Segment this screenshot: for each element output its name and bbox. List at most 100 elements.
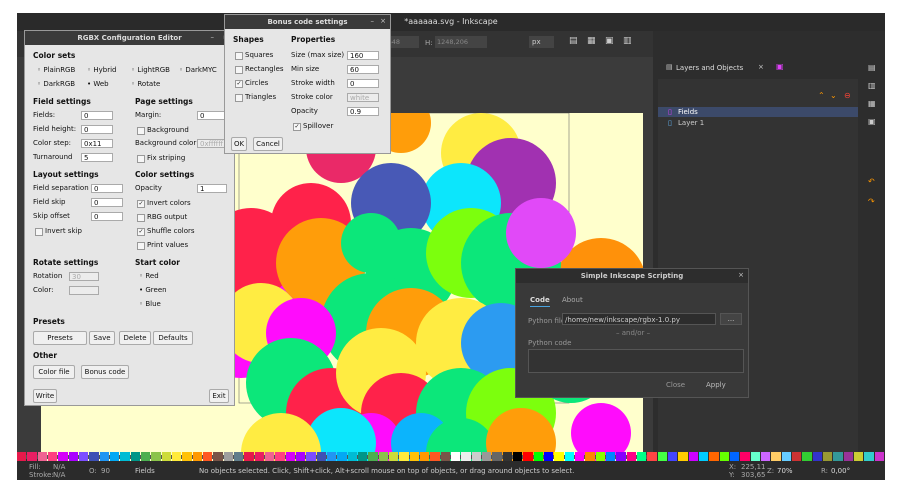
close-button[interactable]: Close bbox=[666, 381, 685, 389]
opacity-input[interactable]: 1 bbox=[197, 184, 227, 193]
background-color-input[interactable]: 0xffffff bbox=[197, 139, 227, 148]
lower-icon[interactable]: ⌄ bbox=[830, 91, 837, 100]
palette-swatch[interactable] bbox=[461, 452, 471, 461]
align-icon[interactable]: ▤ bbox=[569, 36, 581, 48]
palette-swatch[interactable] bbox=[110, 452, 120, 461]
python-code-textarea[interactable] bbox=[528, 349, 744, 373]
palette-swatch[interactable] bbox=[17, 452, 27, 461]
palette-swatch[interactable] bbox=[182, 452, 192, 461]
fill-tab-icon[interactable]: ▣ bbox=[776, 62, 784, 71]
palette-swatch[interactable] bbox=[347, 452, 357, 461]
palette-swatch[interactable] bbox=[265, 452, 275, 461]
color-step-input[interactable]: 0x11 bbox=[81, 139, 113, 148]
palette-swatch[interactable] bbox=[68, 452, 78, 461]
palette-swatch[interactable] bbox=[120, 452, 130, 461]
palette-swatch[interactable] bbox=[192, 452, 202, 461]
close-icon[interactable]: × bbox=[738, 271, 744, 279]
palette-swatch[interactable] bbox=[420, 452, 430, 461]
palette-swatch[interactable] bbox=[316, 452, 326, 461]
rotation-value[interactable]: 0,00° bbox=[831, 467, 850, 475]
raise-icon[interactable]: ⌃ bbox=[818, 91, 825, 100]
palette-swatch[interactable] bbox=[368, 452, 378, 461]
python-file-input[interactable]: /home/new/inkscape/rgbx-1.0.py bbox=[562, 313, 716, 325]
close-icon[interactable]: × bbox=[380, 17, 386, 25]
palette-swatch[interactable] bbox=[482, 452, 492, 461]
palette-swatch[interactable] bbox=[306, 452, 316, 461]
size-max-input[interactable]: 160 bbox=[347, 51, 379, 60]
palette-swatch[interactable] bbox=[37, 452, 47, 461]
rotate-color-input[interactable] bbox=[69, 286, 99, 295]
stroke-color-input[interactable]: white bbox=[347, 93, 379, 102]
palette-swatch[interactable] bbox=[337, 452, 347, 461]
colorset-darkrgb[interactable]: ◦ DarkRGB bbox=[37, 80, 75, 88]
rotation-input[interactable]: 30 bbox=[69, 272, 99, 281]
palette-swatch[interactable] bbox=[740, 452, 750, 461]
cancel-button[interactable]: Cancel bbox=[253, 137, 283, 151]
distribute-icon[interactable]: ▦ bbox=[587, 36, 599, 48]
color-palette[interactable] bbox=[17, 452, 885, 461]
palette-swatch[interactable] bbox=[771, 452, 781, 461]
palette-swatch[interactable] bbox=[864, 452, 874, 461]
opacity-value[interactable]: 90 bbox=[101, 467, 110, 475]
browse-button[interactable]: ... bbox=[720, 313, 742, 325]
palette-swatch[interactable] bbox=[79, 452, 89, 461]
stroke-width-input[interactable]: 0 bbox=[347, 79, 379, 88]
palette-swatch[interactable] bbox=[399, 452, 409, 461]
palette-swatch[interactable] bbox=[161, 452, 171, 461]
palette-swatch[interactable] bbox=[296, 452, 306, 461]
start-color-green[interactable]: • Green bbox=[139, 286, 167, 294]
field-skip-input[interactable]: 0 bbox=[91, 198, 123, 207]
transform-icon[interactable]: ▣ bbox=[605, 36, 617, 48]
palette-swatch[interactable] bbox=[213, 452, 223, 461]
start-color-red[interactable]: ◦ Red bbox=[139, 272, 159, 280]
palette-swatch[interactable] bbox=[358, 452, 368, 461]
colorset-web[interactable]: • Web bbox=[87, 80, 109, 88]
apply-button[interactable]: Apply bbox=[706, 381, 726, 389]
field-separation-input[interactable]: 0 bbox=[91, 184, 123, 193]
palette-swatch[interactable] bbox=[616, 452, 626, 461]
palette-swatch[interactable] bbox=[554, 452, 564, 461]
palette-swatch[interactable] bbox=[699, 452, 709, 461]
colorset-darkmyc[interactable]: ◦ DarkMYC bbox=[179, 66, 217, 74]
palette-swatch[interactable] bbox=[730, 452, 740, 461]
palette-swatch[interactable] bbox=[761, 452, 771, 461]
delete-button[interactable]: Delete bbox=[119, 331, 151, 345]
palette-swatch[interactable] bbox=[585, 452, 595, 461]
palette-swatch[interactable] bbox=[48, 452, 58, 461]
print-icon[interactable]: ▣ bbox=[868, 117, 876, 126]
delete-layer-icon[interactable]: ⊖ bbox=[844, 91, 851, 100]
palette-swatch[interactable] bbox=[471, 452, 481, 461]
layer-row-fields[interactable]: ▯ Fields bbox=[658, 107, 858, 117]
palette-swatch[interactable] bbox=[647, 452, 657, 461]
palette-swatch[interactable] bbox=[130, 452, 140, 461]
palette-swatch[interactable] bbox=[440, 452, 450, 461]
palette-swatch[interactable] bbox=[657, 452, 667, 461]
palette-swatch[interactable] bbox=[223, 452, 233, 461]
minimize-icon[interactable]: – bbox=[371, 17, 375, 25]
palette-swatch[interactable] bbox=[719, 452, 729, 461]
palette-swatch[interactable] bbox=[451, 452, 461, 461]
palette-swatch[interactable] bbox=[99, 452, 109, 461]
document-icon[interactable]: ▤ bbox=[868, 63, 876, 72]
h-field[interactable]: 1248,206 bbox=[435, 36, 487, 48]
field-height-input[interactable]: 0 bbox=[81, 125, 113, 134]
palette-swatch[interactable] bbox=[275, 452, 285, 461]
palette-swatch[interactable] bbox=[327, 452, 337, 461]
defaults-button[interactable]: Defaults bbox=[153, 331, 193, 345]
start-color-blue[interactable]: ◦ Blue bbox=[139, 300, 161, 308]
palette-swatch[interactable] bbox=[378, 452, 388, 461]
palette-swatch[interactable] bbox=[492, 452, 502, 461]
save-icon[interactable]: ▦ bbox=[868, 99, 876, 108]
bonus-code-button[interactable]: Bonus code bbox=[81, 365, 129, 379]
save-button[interactable]: Save bbox=[89, 331, 115, 345]
palette-swatch[interactable] bbox=[285, 452, 295, 461]
palette-swatch[interactable] bbox=[843, 452, 853, 461]
palette-swatch[interactable] bbox=[172, 452, 182, 461]
open-icon[interactable]: ▥ bbox=[868, 81, 876, 90]
palette-swatch[interactable] bbox=[254, 452, 264, 461]
ok-button[interactable]: OK bbox=[231, 137, 247, 151]
tab-about[interactable]: About bbox=[562, 296, 583, 304]
tab-code[interactable]: Code bbox=[530, 296, 550, 307]
palette-swatch[interactable] bbox=[389, 452, 399, 461]
palette-swatch[interactable] bbox=[833, 452, 843, 461]
